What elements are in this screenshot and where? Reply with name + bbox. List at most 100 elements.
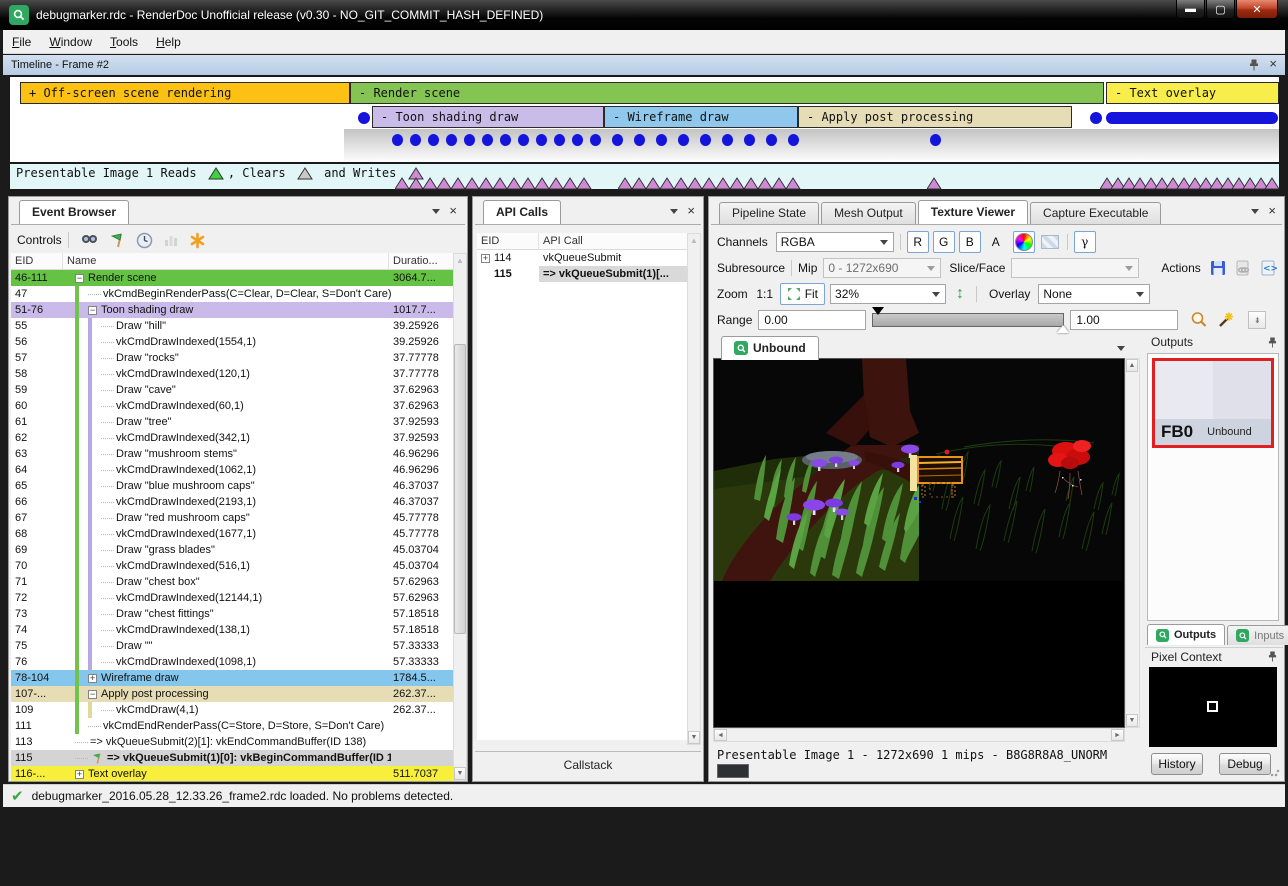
tab-inputs[interactable]: Inputs	[1227, 625, 1288, 645]
event-row-76[interactable]: 76vkCmdDrawIndexed(1098,1)57.33333	[11, 654, 453, 670]
resize-grip[interactable]	[1270, 767, 1280, 777]
expand-icon[interactable]: +	[75, 770, 84, 779]
timeline-panel[interactable]: + Off-screen scene rendering- Render sce…	[8, 75, 1281, 162]
texture-tab-dropdown-icon[interactable]	[1117, 346, 1125, 351]
event-row-67[interactable]: 67Draw "red mushroom caps"45.77778	[11, 510, 453, 526]
range-white-point-handle[interactable]	[1057, 325, 1069, 333]
channel-a-button[interactable]: A	[985, 231, 1007, 253]
history-button[interactable]: History	[1151, 753, 1203, 775]
overlay-dropdown[interactable]: None	[1038, 284, 1150, 304]
range-slider[interactable]	[872, 313, 1064, 327]
event-row-111[interactable]: 111vkCmdEndRenderPass(C=Store, D=Store, …	[11, 718, 453, 734]
event-row-59[interactable]: 59Draw "cave"37.62963	[11, 382, 453, 398]
col-eid[interactable]: EID	[11, 253, 63, 269]
draw-event-dot[interactable]	[700, 134, 711, 146]
event-row-60[interactable]: 60vkCmdDrawIndexed(60,1)37.62963	[11, 398, 453, 414]
zoom-level-combo[interactable]: 32%	[830, 284, 946, 304]
event-row-71[interactable]: 71Draw "chest box"57.62963	[11, 574, 453, 590]
api-call-row[interactable]: 115=> vkQueueSubmit(1)[...	[477, 266, 687, 282]
menu-tools[interactable]: Tools	[101, 31, 147, 53]
event-row-56[interactable]: 56vkCmdDrawIndexed(1554,1)39.25926	[11, 334, 453, 350]
draw-event-dot[interactable]	[634, 134, 645, 146]
timeline-close-icon[interactable]: ×	[1269, 59, 1277, 71]
fb0-thumbnail[interactable]: FB0 Unbound	[1152, 358, 1274, 448]
tab-outputs[interactable]: Outputs	[1147, 624, 1225, 645]
panel-close-icon[interactable]: ×	[449, 206, 457, 216]
draw-event-dot[interactable]	[500, 134, 511, 146]
channel-g-button[interactable]: G	[933, 231, 955, 253]
goto-eid-flag-icon[interactable]	[109, 232, 126, 249]
draw-event-dot[interactable]	[554, 134, 565, 146]
event-row-66[interactable]: 66vkCmdDrawIndexed(2193,1)46.37037	[11, 494, 453, 510]
panel-menu-icon[interactable]	[432, 209, 440, 214]
draw-event-dot[interactable]	[678, 134, 689, 146]
draw-event-dot[interactable]	[446, 134, 457, 146]
tab-capture-executable[interactable]: Capture Executable	[1030, 202, 1161, 224]
draw-event-dot[interactable]	[612, 134, 623, 146]
pin-icon[interactable]	[1268, 651, 1277, 662]
draw-event-dot[interactable]	[788, 134, 799, 146]
gamma-button[interactable]: γ	[1074, 231, 1096, 253]
timeline-bar[interactable]: - Render scene	[350, 82, 1104, 104]
event-row-113[interactable]: 113=> vkQueueSubmit(2)[1]: vkEndCommandB…	[11, 734, 453, 750]
tab-api-calls[interactable]: API Calls	[483, 200, 561, 224]
collapse-icon[interactable]: −	[88, 306, 97, 315]
mip-dropdown[interactable]: 0 - 1272x690	[823, 258, 941, 278]
channel-r-button[interactable]: R	[907, 231, 929, 253]
range-black-point-handle[interactable]	[872, 307, 884, 315]
menu-help[interactable]: Help	[147, 31, 190, 53]
col-api-call[interactable]: API Call	[539, 233, 687, 249]
col-name[interactable]: Name	[63, 253, 389, 269]
panel-menu-icon[interactable]	[1251, 209, 1259, 214]
event-row-64[interactable]: 64vkCmdDrawIndexed(1062,1)46.96296	[11, 462, 453, 478]
slice-face-dropdown[interactable]	[1011, 258, 1139, 278]
event-row-55[interactable]: 55Draw "hill"39.25926	[11, 318, 453, 334]
tab-event-browser[interactable]: Event Browser	[19, 200, 129, 224]
zoom-fit-button[interactable]: Fit	[780, 283, 825, 305]
event-row-78-104[interactable]: 78-104+Wireframe draw1784.5...	[11, 670, 453, 686]
bookmark-asterisk-icon[interactable]	[189, 232, 206, 249]
view-code-icon[interactable]: <>	[1259, 259, 1277, 277]
expand-icon[interactable]: +	[481, 254, 490, 263]
pin-icon[interactable]	[1249, 59, 1259, 71]
tab-mesh-output[interactable]: Mesh Output	[821, 202, 916, 224]
draw-event-dot[interactable]	[428, 134, 439, 146]
event-row-63[interactable]: 63Draw "mushroom stems"46.96296	[11, 446, 453, 462]
texture-vscrollbar[interactable]: ▲ ▼	[1125, 358, 1140, 728]
timeline-bar[interactable]: + Off-screen scene rendering	[20, 82, 350, 104]
event-row-69[interactable]: 69Draw "grass blades"45.03704	[11, 542, 453, 558]
draw-event-dot[interactable]	[656, 134, 667, 146]
draw-event-dot[interactable]	[410, 134, 421, 146]
pin-icon[interactable]	[1268, 337, 1277, 348]
event-row-61[interactable]: 61Draw "tree"37.92593	[11, 414, 453, 430]
event-row-65[interactable]: 65Draw "blue mushroom caps"46.37037	[11, 478, 453, 494]
event-row-74[interactable]: 74vkCmdDrawIndexed(138,1)57.18518	[11, 622, 453, 638]
pixel-context-view[interactable]	[1149, 667, 1277, 747]
draw-event-dot[interactable]	[1090, 112, 1102, 124]
draw-event-dot[interactable]	[930, 134, 941, 146]
close-button[interactable]: ✕	[1236, 0, 1278, 19]
event-row-62[interactable]: 62vkCmdDrawIndexed(342,1)37.92593	[11, 430, 453, 446]
texture-hscrollbar[interactable]: ◄ ►	[713, 728, 1125, 742]
write-marker-cluster[interactable]	[1100, 177, 1288, 190]
event-row-46-111[interactable]: 46-111−Render scene3064.7...	[11, 270, 453, 286]
draw-event-dot[interactable]	[392, 134, 403, 146]
timeline-bar[interactable]: - Wireframe draw	[604, 106, 798, 128]
collapse-icon[interactable]: −	[88, 690, 97, 699]
draw-event-dot[interactable]	[590, 134, 601, 146]
api-call-row[interactable]: +114vkQueueSubmit	[477, 250, 687, 266]
find-icon[interactable]	[80, 232, 99, 248]
draw-event-dot[interactable]	[766, 134, 777, 146]
draw-event-dot[interactable]	[358, 112, 370, 124]
channels-dropdown[interactable]: RGBA	[776, 232, 894, 252]
callstack-bar[interactable]: Callstack	[475, 751, 701, 777]
write-marker-cluster[interactable]	[395, 177, 607, 190]
event-row-116-[interactable]: 116-...+Text overlay511.7037	[11, 766, 453, 781]
event-row-72[interactable]: 72vkCmdDrawIndexed(12144,1)57.62963	[11, 590, 453, 606]
save-texture-icon[interactable]	[1209, 259, 1227, 277]
event-row-58[interactable]: 58vkCmdDrawIndexed(120,1)37.77778	[11, 366, 453, 382]
channel-b-button[interactable]: B	[959, 231, 981, 253]
panel-menu-icon[interactable]	[670, 209, 678, 214]
event-row-73[interactable]: 73Draw "chest fittings"57.18518	[11, 606, 453, 622]
collapse-icon[interactable]: −	[75, 274, 84, 283]
